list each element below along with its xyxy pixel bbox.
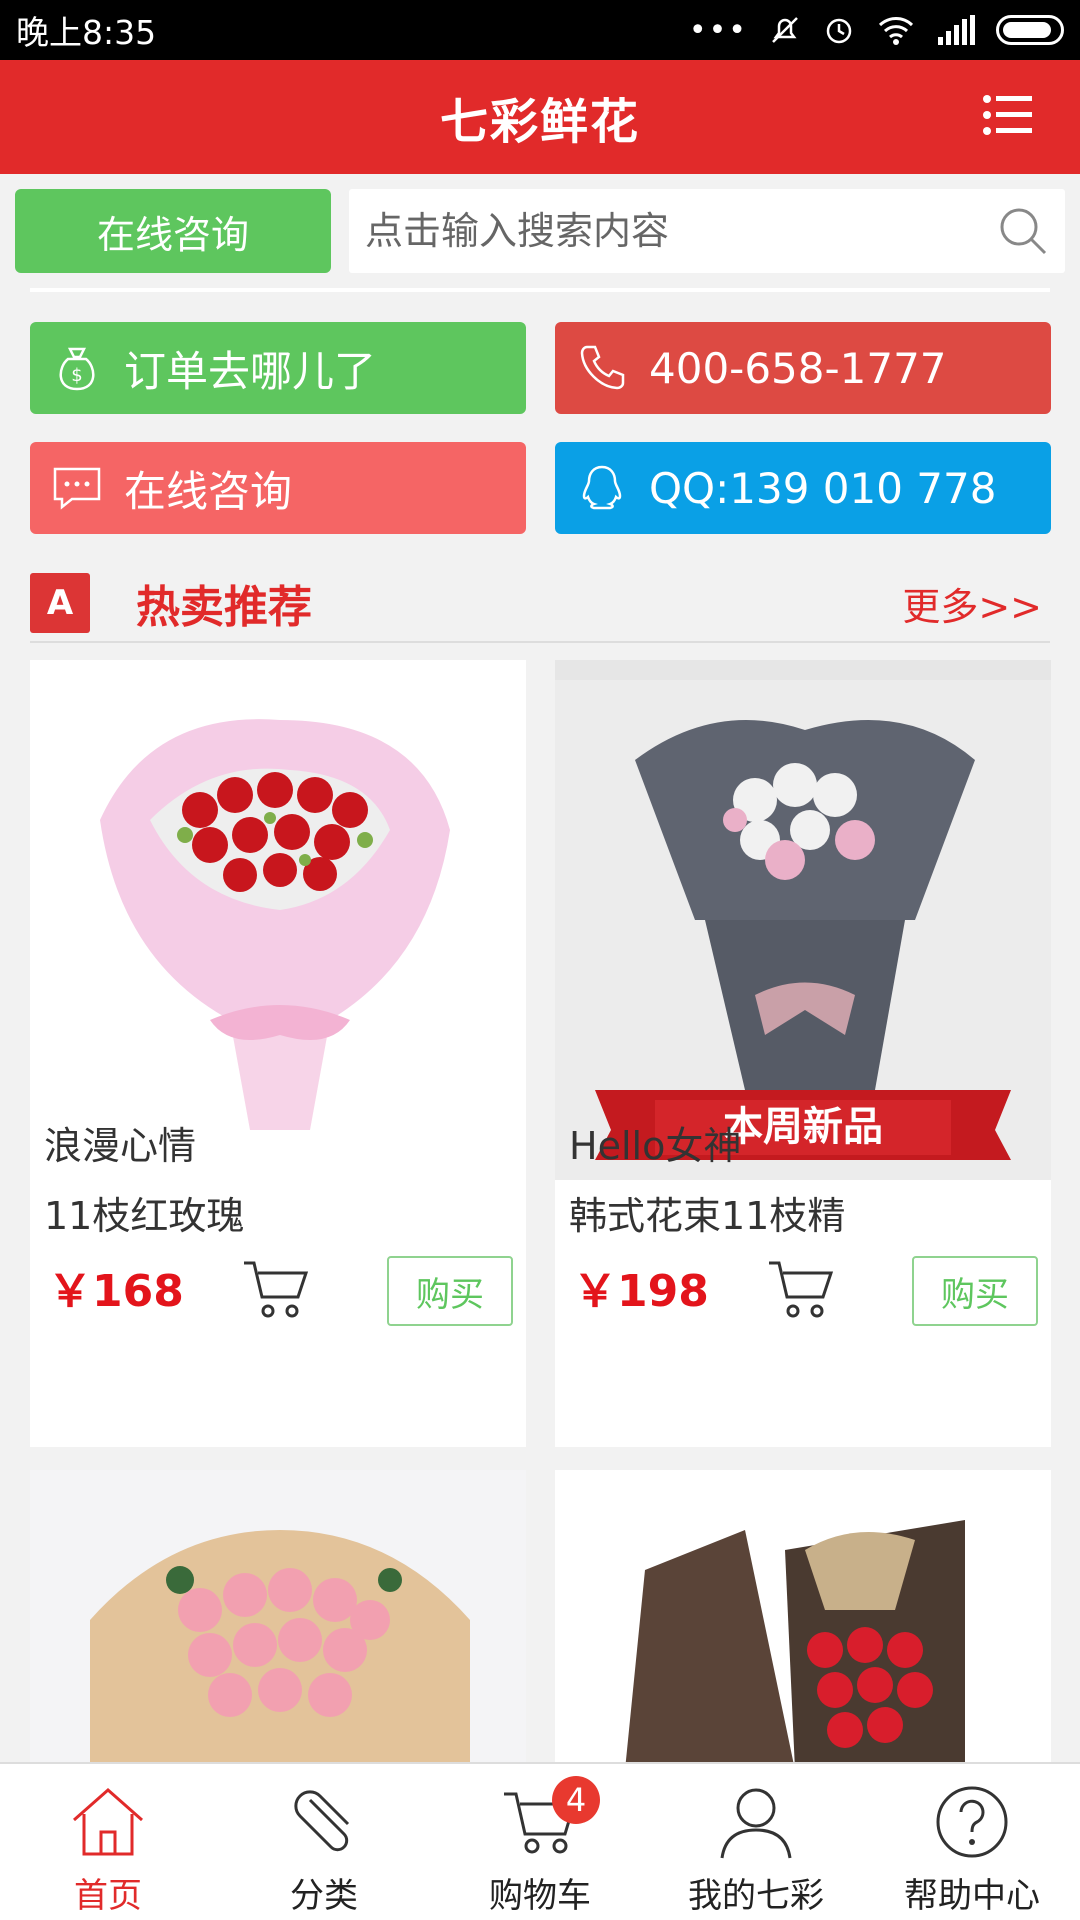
product-price: ￥198 [573, 1266, 709, 1317]
status-bar: 晚上8:35 ••• [0, 0, 1080, 60]
nav-home[interactable]: 首页 [0, 1764, 216, 1920]
wifi-icon [878, 17, 914, 45]
nav-category[interactable]: 分类 [216, 1764, 432, 1920]
product-price: ￥168 [48, 1266, 184, 1317]
add-to-cart-icon[interactable] [765, 1257, 837, 1323]
new-product-ribbon: 本周新品 [723, 1104, 883, 1150]
more-dots-icon: ••• [688, 12, 748, 48]
user-icon [720, 1788, 792, 1859]
svg-text:$: $ [71, 365, 82, 386]
more-link[interactable]: 更多>> [902, 576, 1042, 631]
search-input[interactable] [349, 209, 995, 253]
cart-count-badge: 4 [552, 1776, 600, 1824]
online-chat-label: 在线咨询 [124, 466, 293, 516]
phone-icon [580, 345, 625, 390]
qq-number: QQ:139 010 778 [649, 463, 997, 513]
nav-help-label: 帮助中心 [904, 1876, 1040, 1916]
nav-cart-label: 购物车 [489, 1876, 591, 1916]
order-tracking-button[interactable]: $ 订单去哪儿了 [30, 322, 526, 414]
nav-category-label: 分类 [290, 1876, 358, 1916]
online-chat-button[interactable]: 在线咨询 [30, 442, 526, 534]
app-header: 七彩鲜花 [0, 60, 1080, 174]
order-tracking-label: 订单去哪儿了 [124, 346, 377, 396]
money-bag-icon: $ [59, 347, 95, 391]
product-name: 浪漫心情 [44, 1124, 197, 1168]
product-card[interactable] [30, 1470, 526, 1770]
alarm-icon [826, 18, 852, 44]
add-to-cart-icon[interactable] [240, 1257, 312, 1323]
product-card[interactable] [555, 1470, 1051, 1770]
qq-button[interactable]: QQ:139 010 778 [555, 442, 1051, 534]
status-icons: ••• [689, 13, 1064, 48]
nav-help[interactable]: 帮助中心 [864, 1764, 1080, 1920]
status-time: 晚上8:35 [16, 13, 157, 52]
home-icon [73, 1787, 143, 1856]
phone-button[interactable]: 400-658-1777 [555, 322, 1051, 414]
buy-button[interactable]: 购买 [387, 1256, 513, 1326]
product-card[interactable]: 本周新品 Hello女神 韩式花束11枝精 ￥198 购买 [555, 660, 1051, 1447]
mute-icon [772, 17, 798, 43]
nav-my-account-label: 我的七彩 [688, 1876, 824, 1916]
product-card[interactable]: 浪漫心情 11枝红玫瑰 ￥168 购买 [30, 660, 526, 1447]
product-name: Hello女神 [569, 1124, 742, 1168]
divider [30, 288, 1050, 292]
help-icon [936, 1786, 1008, 1858]
online-consult-button[interactable]: 在线咨询 [15, 189, 331, 273]
chat-icon [53, 467, 101, 510]
menu-list-icon[interactable] [982, 92, 1034, 138]
paperclip-icon [294, 1790, 350, 1852]
nav-cart[interactable]: 4 购物车 [432, 1764, 648, 1920]
nav-my-account[interactable]: 我的七彩 [648, 1764, 864, 1920]
search-icon[interactable] [995, 203, 1051, 259]
search-box[interactable] [349, 189, 1065, 273]
phone-number: 400-658-1777 [649, 343, 947, 393]
product-image[interactable] [555, 1470, 1051, 1770]
qq-icon [582, 465, 622, 510]
hot-section-header: A 热卖推荐 更多>> [30, 565, 1050, 643]
product-image[interactable] [30, 1470, 526, 1770]
search-row: 在线咨询 [0, 174, 1080, 290]
battery-icon [996, 15, 1064, 45]
buy-button[interactable]: 购买 [912, 1256, 1038, 1326]
signal-icon [938, 15, 975, 45]
product-image[interactable]: 本周新品 [555, 660, 1051, 1180]
product-desc: 韩式花束11枝精 [569, 1194, 846, 1238]
product-desc: 11枝红玫瑰 [44, 1194, 245, 1238]
bottom-nav: 首页 分类 4 购物车 我的七彩 帮助中心 [0, 1762, 1080, 1920]
nav-home-label: 首页 [74, 1876, 142, 1916]
section-badge: A [30, 573, 90, 633]
product-image[interactable] [30, 660, 526, 1180]
app-title: 七彩鲜花 [439, 94, 640, 150]
section-title: 热卖推荐 [136, 582, 312, 633]
